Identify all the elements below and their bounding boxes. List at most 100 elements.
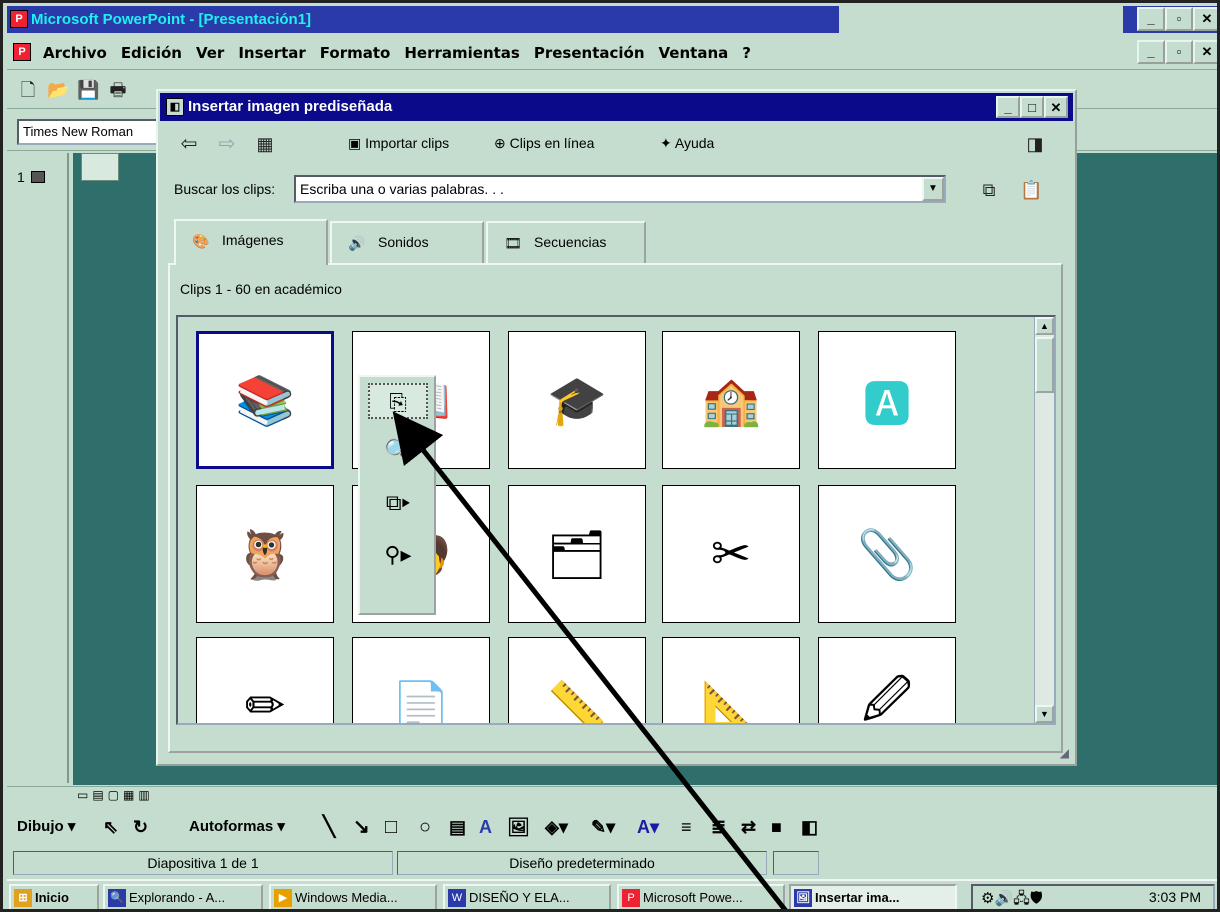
close-button[interactable]: ✕ <box>1193 7 1217 31</box>
font-color-icon[interactable]: A▾ <box>637 807 659 847</box>
clip-pencils[interactable]: ✏ <box>196 637 334 723</box>
import-clips-button[interactable]: ▣ Importar clips <box>348 135 449 152</box>
tab-motion[interactable]: 🎞 Secuencias <box>486 221 646 263</box>
arrow-style-icon[interactable]: ⇄ <box>741 807 756 847</box>
shadow-icon[interactable]: ■ <box>771 807 782 847</box>
oval-icon[interactable]: ○ <box>419 807 431 847</box>
task-powerpoint[interactable]: P Microsoft Powe... <box>617 884 785 909</box>
search-dropdown-button[interactable]: ▼ <box>922 177 944 201</box>
insert-clip-icon[interactable]: ⎘ <box>368 383 428 419</box>
preview-clip-icon[interactable]: 🔍 <box>368 433 428 469</box>
back-arrow-icon[interactable]: ⇦ <box>178 133 200 155</box>
task-media-player[interactable]: ▶ Windows Media... <box>269 884 437 909</box>
clip-popup-menu: ⎘ 🔍 ⧉▸ ⚲▸ <box>358 375 436 615</box>
slide-icon[interactable] <box>31 171 45 183</box>
add-to-category-icon[interactable]: ⧉▸ <box>368 485 428 521</box>
clip-papers[interactable]: 📄 <box>352 637 490 723</box>
textbox-icon[interactable]: ▤ <box>449 807 466 847</box>
clip-ruler[interactable]: 📏 <box>508 637 646 723</box>
clip-geometry[interactable]: 📐 <box>662 637 800 723</box>
task-explorer[interactable]: 🔍 Explorando - A... <box>103 884 263 909</box>
clip-binders[interactable]: 🗂 <box>508 485 646 623</box>
online-clips-button[interactable]: ⊕ Clips en línea <box>494 135 594 152</box>
menu-item-7[interactable]: Ventana <box>659 44 729 62</box>
clipart-icon[interactable]: 🖼 <box>507 807 530 847</box>
menu-item-0[interactable]: Archivo <box>43 44 107 62</box>
system-tray: ⚙🔊🖧🛡 3:03 PM <box>971 884 1215 909</box>
arrow-tool-icon[interactable]: ↘ <box>353 807 370 847</box>
windows-logo-icon: ⊞ <box>14 889 32 907</box>
new-file-icon[interactable]: 🗋 <box>17 79 39 101</box>
autoshapes-menu-button[interactable]: Autoformas ▾ <box>189 807 285 847</box>
doc-maximize-button[interactable]: ▫ <box>1165 40 1193 64</box>
line-icon[interactable]: ╲ <box>323 807 335 847</box>
find-similar-icon[interactable]: ⚲▸ <box>368 537 428 573</box>
scroll-up-arrow-icon[interactable]: ▲ <box>1035 317 1054 335</box>
draw-menu-button[interactable]: Dibujo ▾ <box>17 807 75 847</box>
forward-arrow-icon[interactable]: ⇨ <box>216 133 238 155</box>
scroll-thumb[interactable] <box>1035 337 1054 393</box>
clip-books[interactable]: 📚 <box>196 331 334 469</box>
doc-minimize-button[interactable]: _ <box>1137 40 1165 64</box>
fill-color-icon[interactable]: ◈▾ <box>545 807 568 847</box>
dialog-minimize-button[interactable]: _ <box>996 96 1020 118</box>
maximize-button[interactable]: ▫ <box>1165 7 1193 31</box>
images-tab-icon: 🎨 <box>192 233 210 249</box>
clip-graduates[interactable]: 🎓 <box>508 331 646 469</box>
print-icon[interactable]: 🖶 <box>107 79 129 101</box>
font-name-field[interactable]: Times New Roman <box>17 119 159 145</box>
sounds-tab-icon: 🔊 <box>348 235 366 251</box>
menu-item-6[interactable]: Presentación <box>534 44 645 62</box>
dialog-title: Insertar imagen prediseñada <box>188 98 393 115</box>
wordart-icon[interactable]: A <box>479 807 492 847</box>
start-button[interactable]: ⊞ Inicio <box>9 884 99 909</box>
clip-school[interactable]: 🏫 <box>662 331 800 469</box>
import-icon: ▣ <box>348 135 362 151</box>
menu-item-4[interactable]: Formato <box>320 44 391 62</box>
line-color-icon[interactable]: ✎▾ <box>591 807 615 847</box>
search-input[interactable]: Escriba una o varias palabras. . . <box>294 175 946 203</box>
change-to-small-window-icon[interactable]: ◨ <box>1024 133 1046 155</box>
clips-grid: 📚 📖 🎓 🏫 🅰 🦉 🧒 🗂 ✂ 📎 ✏ 📄 📏 📐 🖉 <box>176 315 1056 725</box>
menu-item-5[interactable]: Herramientas <box>404 44 520 62</box>
all-categories-icon[interactable]: ▦ <box>254 133 276 155</box>
dialog-close-button[interactable]: ✕ <box>1044 96 1068 118</box>
line-style-icon[interactable]: ≡ <box>681 807 692 847</box>
menu-item-3[interactable]: Insertar <box>238 44 305 62</box>
task-clipart[interactable]: 🖼 Insertar ima... <box>789 884 957 909</box>
dialog-icon: ◧ <box>166 98 184 116</box>
menu-item-1[interactable]: Edición <box>121 44 182 62</box>
resize-grip-icon[interactable]: ◢ <box>1060 746 1069 760</box>
clips-scrollbar[interactable]: ▲ ▼ <box>1034 317 1054 723</box>
tab-images[interactable]: 🎨 Imágenes <box>174 219 328 265</box>
dash-style-icon[interactable]: ≣ <box>711 807 726 847</box>
tab-sounds[interactable]: 🔊 Sonidos <box>330 221 484 263</box>
task-word[interactable]: W DISEÑO Y ELA... <box>443 884 611 909</box>
view-buttons-bar: ▭▤▢▦▥ <box>7 786 1217 804</box>
minimize-button[interactable]: _ <box>1137 7 1165 31</box>
3d-icon[interactable]: ◧ <box>801 807 818 847</box>
search-label: Buscar los clips: <box>174 181 276 197</box>
save-icon[interactable]: 💾 <box>77 79 99 101</box>
menu-item-8[interactable]: ? <box>742 44 751 62</box>
clip-staple-remover[interactable]: ✂ <box>662 485 800 623</box>
tray-icons[interactable]: ⚙🔊🖧🛡 <box>981 888 1043 909</box>
clip-owl[interactable]: 🦉 <box>196 485 334 623</box>
paste-icon[interactable]: 📋 <box>1020 179 1042 201</box>
clip-stapler[interactable]: 📎 <box>818 485 956 623</box>
open-folder-icon[interactable]: 📂 <box>47 79 69 101</box>
dialog-maximize-button[interactable]: □ <box>1020 96 1044 118</box>
clip-letter-a[interactable]: 🅰 <box>818 331 956 469</box>
images-panel: Clips 1 - 60 en académico 📚 📖 🎓 🏫 🅰 🦉 🧒 … <box>168 263 1063 753</box>
copy-icon[interactable]: ⧉ <box>978 179 1000 201</box>
rotate-icon[interactable]: ↻ <box>133 807 148 847</box>
view-buttons-icon[interactable]: ▭▤▢▦▥ <box>77 788 154 802</box>
menu-item-2[interactable]: Ver <box>196 44 224 62</box>
select-arrow-icon[interactable]: ⇖ <box>103 807 118 847</box>
help-button[interactable]: ✦ Ayuda <box>660 135 714 152</box>
rectangle-icon[interactable]: □ <box>385 807 397 847</box>
clip-pencil[interactable]: 🖉 <box>818 637 956 723</box>
doc-close-button[interactable]: ✕ <box>1193 40 1217 64</box>
results-label: Clips 1 - 60 en académico <box>180 281 342 297</box>
scroll-down-arrow-icon[interactable]: ▼ <box>1035 705 1054 723</box>
